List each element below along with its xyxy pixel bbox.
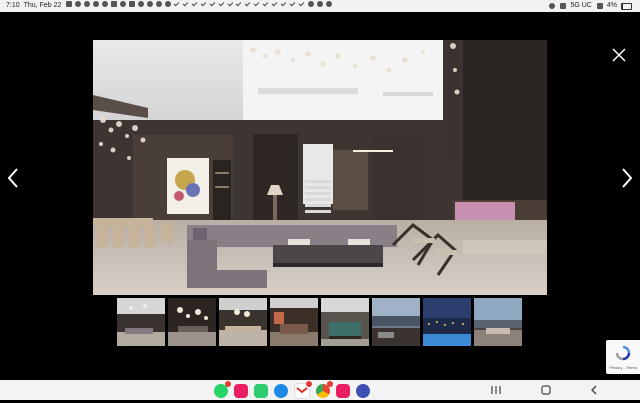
whatsapp-app-icon[interactable] bbox=[214, 381, 231, 398]
check-icon bbox=[192, 1, 198, 7]
facebook-notification-icon bbox=[129, 1, 136, 7]
thumbnail-view-terrace[interactable] bbox=[372, 298, 420, 346]
gmail-app-icon[interactable] bbox=[294, 381, 312, 399]
contacts-app-icon[interactable] bbox=[254, 384, 268, 398]
check-icon bbox=[245, 1, 251, 7]
wifi-icon bbox=[560, 3, 567, 9]
signal-icon bbox=[596, 3, 603, 9]
app-dock bbox=[214, 381, 370, 399]
recaptcha-badge[interactable]: Privacy - Terms bbox=[606, 340, 640, 374]
check-icon bbox=[201, 1, 207, 7]
messenger-notification-icon bbox=[93, 1, 100, 7]
clock: 7:10 bbox=[6, 2, 20, 9]
battery-icon bbox=[621, 2, 632, 10]
whatsapp-notification-icon bbox=[75, 1, 82, 7]
check-icon bbox=[219, 1, 225, 7]
home-icon bbox=[541, 385, 551, 395]
check-icon bbox=[236, 1, 242, 7]
check-icon bbox=[272, 1, 278, 7]
settings-app-icon[interactable] bbox=[356, 384, 370, 398]
close-icon bbox=[612, 48, 626, 62]
chevron-left-icon bbox=[7, 168, 18, 188]
thumbnail-strip bbox=[117, 298, 522, 346]
flower-app-icon[interactable] bbox=[336, 384, 350, 398]
home-button[interactable] bbox=[536, 380, 556, 400]
photo-viewer: Privacy - Terms bbox=[0, 12, 640, 380]
check-icon bbox=[263, 1, 269, 7]
battery-percent: 4% bbox=[606, 2, 617, 9]
recaptcha-icon bbox=[615, 345, 631, 361]
close-button[interactable] bbox=[610, 46, 628, 64]
thumbnail-dining-room[interactable] bbox=[219, 298, 267, 346]
main-photo[interactable] bbox=[93, 40, 547, 295]
taskbar bbox=[0, 380, 640, 400]
thumbnail-chandelier-hall[interactable] bbox=[168, 298, 216, 346]
thumbnail-city-view-pool[interactable] bbox=[423, 298, 471, 346]
network-label: 5G UC bbox=[570, 2, 592, 9]
check-icon bbox=[254, 1, 260, 7]
back-icon bbox=[591, 385, 597, 395]
pinterest-notification-icon bbox=[146, 1, 153, 7]
check-icon bbox=[290, 1, 296, 7]
recaptcha-links[interactable]: Privacy - Terms bbox=[606, 365, 640, 370]
check-icon bbox=[210, 1, 216, 7]
chrome-app-icon[interactable] bbox=[316, 381, 333, 398]
notification-badge bbox=[306, 381, 312, 387]
photo-notification-icon bbox=[66, 1, 73, 7]
chevron-right-icon bbox=[622, 168, 633, 188]
check-icon bbox=[174, 1, 180, 7]
check-icon bbox=[228, 1, 234, 7]
date: Thu, Feb 22 bbox=[23, 2, 62, 9]
notification-badge bbox=[327, 381, 333, 387]
check-icon bbox=[281, 1, 287, 7]
whatsapp-notification-icon bbox=[84, 1, 91, 7]
thumbnail-game-room[interactable] bbox=[270, 298, 318, 346]
thumbnail-pool-table-room[interactable] bbox=[321, 298, 369, 346]
recents-icon bbox=[491, 386, 501, 394]
dot-notification-icon bbox=[120, 1, 127, 7]
chat-app-icon[interactable] bbox=[274, 384, 288, 398]
messenger-notification-icon bbox=[308, 1, 315, 7]
notification-badge bbox=[225, 381, 231, 387]
notification-icons bbox=[65, 0, 333, 12]
alarm-icon bbox=[549, 3, 556, 9]
thumbnail-lounge-view[interactable] bbox=[474, 298, 522, 346]
m-notification-icon bbox=[138, 1, 144, 7]
chat-notification-icon bbox=[102, 1, 109, 7]
chrome-notification-icon bbox=[164, 1, 171, 7]
check-icon bbox=[183, 1, 189, 7]
recent-apps-button[interactable] bbox=[486, 380, 506, 400]
thumbnail-living-room[interactable] bbox=[117, 298, 165, 346]
messages-app-icon[interactable] bbox=[234, 384, 248, 398]
back-button[interactable] bbox=[584, 380, 604, 400]
chrome-notification-icon bbox=[155, 1, 162, 7]
mail-notification-icon bbox=[111, 1, 118, 7]
next-photo-button[interactable] bbox=[618, 166, 636, 190]
previous-photo-button[interactable] bbox=[4, 166, 22, 190]
check-icon bbox=[299, 1, 305, 7]
messenger-notification-icon bbox=[317, 1, 324, 7]
dot-notification-icon bbox=[326, 1, 333, 7]
status-bar: 7:10 Thu, Feb 22 5G UC 4% bbox=[0, 0, 640, 12]
